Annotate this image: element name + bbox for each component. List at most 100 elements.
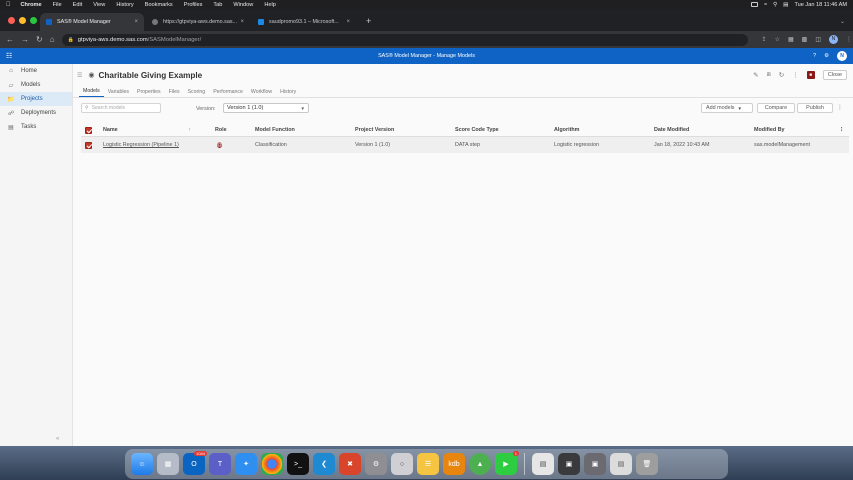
vscode-icon[interactable]: ❮ xyxy=(313,453,335,475)
document-icon[interactable]: ▤ xyxy=(610,453,632,475)
close-tab-icon[interactable]: × xyxy=(346,19,350,25)
search-icon[interactable]: ⚲ xyxy=(773,2,777,8)
collapse-sidebar-icon[interactable]: « xyxy=(56,436,59,442)
menu-help[interactable]: Help xyxy=(264,2,276,8)
table-row[interactable]: Logistic Regression (Pipeline 1) @ Class… xyxy=(81,137,849,153)
select-all-checkbox[interactable] xyxy=(85,126,92,134)
facetime-icon[interactable]: ▶ 1 xyxy=(495,451,519,475)
help-icon[interactable]: ? xyxy=(813,53,816,59)
version-select[interactable]: Version 1 (1.0) ▼ xyxy=(223,103,309,113)
control-center-icon[interactable]: ▤ xyxy=(783,2,788,8)
kdb-icon[interactable]: kdb xyxy=(443,453,465,475)
sidebar-item-tasks[interactable]: ▤ Tasks xyxy=(0,120,72,134)
tab-history[interactable]: History xyxy=(276,89,300,97)
tab-workflow[interactable]: Workflow xyxy=(247,89,276,97)
sidepanel-icon[interactable]: ◫ xyxy=(815,36,821,43)
column-header-modified-by[interactable]: Modified By xyxy=(754,127,839,133)
menu-history[interactable]: History xyxy=(116,2,133,8)
chrome-icon[interactable] xyxy=(261,453,283,475)
publish-button[interactable]: Publish xyxy=(797,103,833,113)
safari-icon[interactable]: ✦ xyxy=(235,453,257,475)
fullscreen-window-button[interactable] xyxy=(30,17,37,24)
settings-icon[interactable]: ⚙ xyxy=(824,53,829,59)
trash-icon[interactable]: 🗑 xyxy=(636,453,658,475)
column-header-algorithm[interactable]: Algorithm xyxy=(554,127,654,133)
disk-utility-icon[interactable]: ○ xyxy=(391,453,413,475)
add-models-button[interactable]: Add models ▼ xyxy=(701,103,753,113)
menu-window[interactable]: Window xyxy=(233,2,253,8)
column-header-date-modified[interactable]: Date Modified xyxy=(654,127,754,133)
browser-tab-gtpviya[interactable]: https://gtpviya-aws.demo.sas... × xyxy=(146,13,250,31)
remote-desktop-icon[interactable]: ✖ xyxy=(339,453,361,475)
tab-search-icon[interactable]: ⌄ xyxy=(840,18,845,25)
tab-files[interactable]: Files xyxy=(165,89,184,97)
menu-chrome[interactable]: Chrome xyxy=(21,2,42,8)
sidebar-item-deployments[interactable]: ☍ Deployments xyxy=(0,106,72,120)
compare-button[interactable]: Compare xyxy=(757,103,795,113)
close-tab-icon[interactable]: × xyxy=(240,19,244,25)
column-header-model-function[interactable]: Model Function xyxy=(255,127,355,133)
user-avatar[interactable]: N xyxy=(837,51,847,61)
column-settings-icon[interactable]: ⋮ xyxy=(839,127,849,133)
menu-view[interactable]: View xyxy=(93,2,105,8)
home-icon[interactable]: ⌂ xyxy=(50,35,55,44)
column-header-role[interactable]: Role xyxy=(215,127,255,133)
refresh-icon[interactable]: ↻ xyxy=(779,71,784,79)
browser-tab-sas[interactable]: SAS® Model Manager × xyxy=(40,13,144,31)
sidebar-item-models[interactable]: ▱ Models xyxy=(0,78,72,92)
finder-icon[interactable]: ☺ xyxy=(131,453,153,475)
menu-profiles[interactable]: Profiles xyxy=(184,2,203,8)
new-tab-button[interactable]: + xyxy=(366,17,371,26)
more-options-icon[interactable]: ⋮ xyxy=(837,104,843,111)
outlook-icon[interactable]: O 1044 xyxy=(183,451,207,475)
tab-performance[interactable]: Performance xyxy=(209,89,247,97)
column-header-name[interactable]: Name ↑ xyxy=(103,127,215,133)
tab-properties[interactable]: Properties xyxy=(133,89,165,97)
bookmark-star-icon[interactable]: ☆ xyxy=(775,36,780,43)
edit-icon[interactable]: ✎ xyxy=(753,71,758,79)
share-icon[interactable]: ⧈ xyxy=(767,71,771,79)
column-header-score-code-type[interactable]: Score Code Type xyxy=(455,127,554,133)
address-bar[interactable]: 🔒 gtpviya-aws.demo.sas.com /SASModelMana… xyxy=(61,33,748,46)
lock-icon[interactable]: 🔒 xyxy=(68,37,74,43)
sidebar-item-projects[interactable]: 📁 Projects xyxy=(0,92,72,106)
close-button[interactable]: Close xyxy=(822,70,847,80)
list-view-icon[interactable]: ☰ xyxy=(77,72,82,79)
apple-icon[interactable]:  xyxy=(6,2,11,8)
menu-edit[interactable]: Edit xyxy=(73,2,83,8)
battery-icon[interactable] xyxy=(750,2,758,7)
search-input[interactable]: ⚲ Search models xyxy=(81,103,161,113)
chrome-menu-icon[interactable]: ⋮ xyxy=(846,36,852,43)
row-checkbox[interactable] xyxy=(85,141,92,149)
wifi-icon[interactable]: ≈ xyxy=(764,2,767,8)
browser-tab-microsoft[interactable]: saudpromo93.1 – Microsoft... × xyxy=(252,13,356,31)
tab-models[interactable]: Models xyxy=(79,88,104,97)
screenshot-icon[interactable]: ▣ xyxy=(558,453,580,475)
tab-scoring[interactable]: Scoring xyxy=(184,89,210,97)
sort-icon[interactable]: ↑ xyxy=(188,127,191,133)
screenshot-icon[interactable]: ▣ xyxy=(584,453,606,475)
close-window-button[interactable] xyxy=(8,17,15,24)
tab-variables[interactable]: Variables xyxy=(104,89,133,97)
menu-bookmarks[interactable]: Bookmarks xyxy=(145,2,173,8)
forward-icon[interactable]: → xyxy=(21,35,29,44)
puzzle-icon[interactable]: ▩ xyxy=(802,36,808,43)
sidebar-item-home[interactable]: ⌂ Home xyxy=(0,64,72,78)
reload-icon[interactable]: ↻ xyxy=(36,35,43,44)
column-header-project-version[interactable]: Project Version xyxy=(355,127,455,133)
menu-tab[interactable]: Tab xyxy=(213,2,222,8)
share-icon[interactable]: ⇪ xyxy=(762,36,767,43)
maps-icon[interactable]: ▲ xyxy=(469,453,491,475)
preview-icon[interactable]: ▤ xyxy=(532,453,554,475)
launchpad-icon[interactable]: ▦ xyxy=(157,453,179,475)
model-name-link[interactable]: Logistic Regression (Pipeline 1) xyxy=(103,142,179,148)
extension-icon[interactable]: ▦ xyxy=(788,36,794,43)
clock[interactable]: Tue Jan 18 11:46 AM xyxy=(794,2,847,8)
back-icon[interactable]: ← xyxy=(6,35,14,44)
close-tab-icon[interactable]: × xyxy=(134,19,138,25)
more-options-icon[interactable]: ⋮ xyxy=(792,71,799,79)
favorite-badge-icon[interactable]: ■ xyxy=(806,71,815,79)
teams-icon[interactable]: T xyxy=(209,453,231,475)
minimize-window-button[interactable] xyxy=(19,17,26,24)
system-preferences-icon[interactable]: ⚙ xyxy=(365,453,387,475)
